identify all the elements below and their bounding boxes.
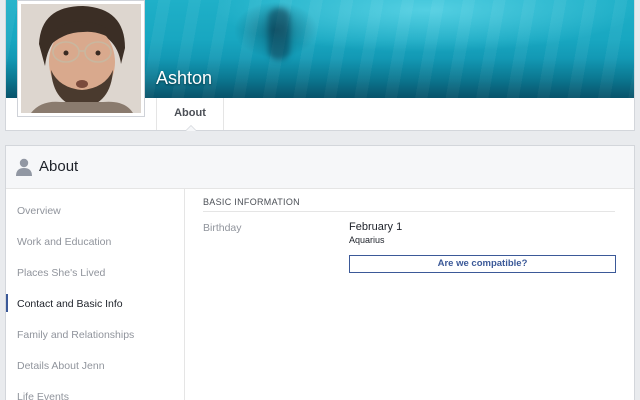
about-nav: Overview Work and Education Places She's… [6,189,185,400]
cover-swimmer-shadow [268,8,290,60]
birthday-value: February 1 [349,221,403,233]
tab-about-label: About [174,107,206,119]
profile-name[interactable]: Ashton [156,68,212,89]
nav-item-contact-basic-info[interactable]: Contact and Basic Info [17,298,123,310]
zodiac-sign: Aquarius [349,235,385,245]
basic-info-section: BASIC INFORMATION Birthday February 1 Aq… [186,189,634,400]
about-body: Overview Work and Education Places She's… [6,189,634,400]
nav-item-family-relationships[interactable]: Family and Relationships [17,329,134,341]
profile-header-card: Ashton About [5,0,635,131]
tab-about[interactable]: About [156,98,224,131]
section-divider [203,211,615,212]
about-card: About Overview Work and Education Places… [5,145,635,400]
compatibility-button[interactable]: Are we compatible? [349,255,616,273]
avatar-portrait [21,4,141,113]
about-title: About [39,158,79,175]
nav-item-overview[interactable]: Overview [17,205,61,217]
section-heading: BASIC INFORMATION [203,197,300,207]
tab-active-indicator [185,125,197,131]
nav-item-life-events[interactable]: Life Events [17,391,69,400]
person-icon [16,158,32,176]
nav-item-places-lived[interactable]: Places She's Lived [17,267,105,279]
profile-tab-bar: About [6,98,634,131]
nav-item-work-education[interactable]: Work and Education [17,236,111,248]
about-header: About [6,146,634,189]
nav-item-details-about[interactable]: Details About Jenn [17,360,105,372]
nav-active-marker [6,294,8,312]
birthday-label: Birthday [203,222,242,234]
avatar[interactable] [21,4,141,113]
